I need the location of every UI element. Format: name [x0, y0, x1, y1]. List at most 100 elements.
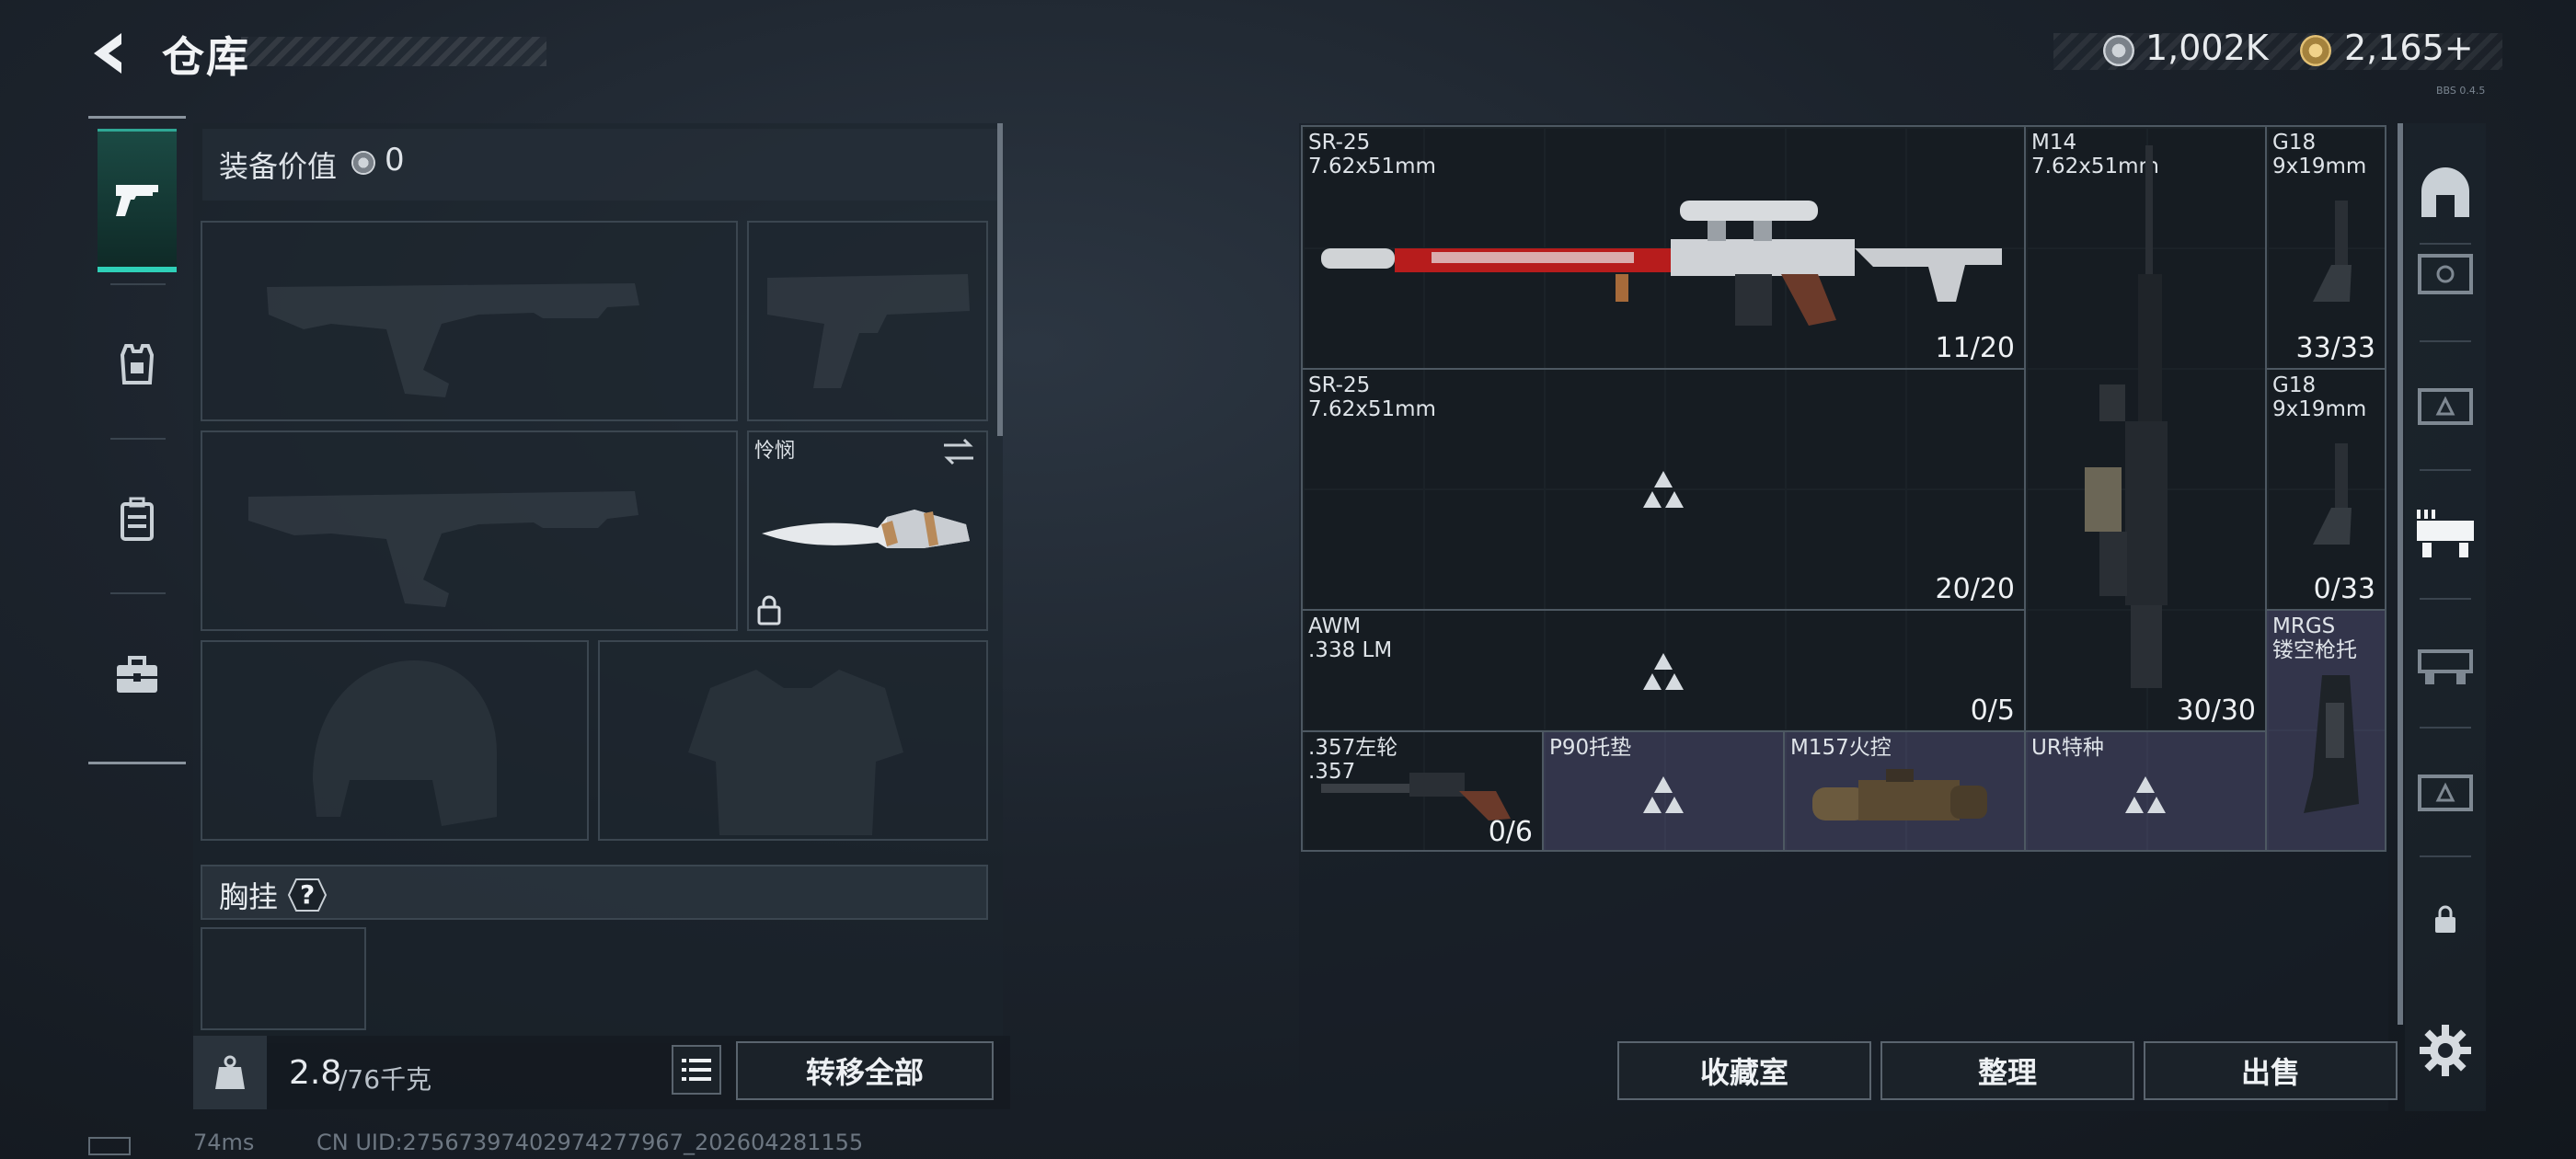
rarity-triangle-icon — [1643, 776, 1684, 813]
storage-item-awm[interactable]: AWM .338 LM 0/5 — [1301, 609, 2026, 732]
item-name: SR-25 — [1308, 131, 1371, 155]
g18-pistol-icon — [2313, 201, 2352, 302]
weight-max: /76千克 — [339, 1064, 432, 1095]
storage-tab-3-active[interactable] — [2410, 497, 2480, 570]
chest-rig-label: 胸挂 — [219, 879, 279, 914]
list-icon — [682, 1059, 711, 1081]
fire-control-scope-icon — [1812, 769, 1987, 820]
item-caliber: 9x19mm — [2272, 397, 2367, 421]
primary-weapon-slot-1[interactable] — [201, 221, 738, 421]
tab-separator — [2420, 598, 2471, 600]
storage-scrollbar[interactable] — [2398, 123, 2403, 1025]
weight-icon — [215, 1055, 245, 1089]
item-count: 11/20 — [1935, 332, 2015, 364]
storage-tier-icon — [2418, 775, 2473, 811]
item-name: MRGS — [2272, 614, 2336, 638]
revolver-icon — [1321, 773, 1511, 820]
item-count: 33/33 — [2295, 332, 2375, 364]
rifle-silhouette-icon — [248, 491, 638, 607]
nav-case[interactable] — [98, 603, 177, 747]
item-name: M14 — [2031, 131, 2077, 155]
armor-slot[interactable] — [598, 640, 988, 841]
item-count: 30/30 — [2176, 694, 2256, 727]
nav-divider-bottom — [88, 762, 186, 764]
item-caliber: 7.62x51mm — [1308, 397, 1436, 421]
melee-name: 怜悯 — [754, 440, 796, 463]
tab-separator — [2420, 340, 2471, 342]
collection-room-button[interactable]: 收藏室 — [1617, 1041, 1871, 1100]
ping-text: 74ms — [193, 1130, 255, 1155]
item-name: .357左轮 — [1308, 736, 1398, 760]
nav-separator — [110, 438, 166, 440]
sell-button[interactable]: 出售 — [2144, 1041, 2398, 1100]
title-stripe — [241, 37, 546, 66]
vest-silhouette-icon — [688, 670, 903, 835]
toolbox-icon — [117, 656, 157, 693]
nav-separator — [110, 592, 166, 594]
tab-separator — [2420, 855, 2471, 857]
helmet-slot[interactable] — [201, 640, 589, 841]
item-count: 20/20 — [1935, 573, 2015, 605]
gold-coin-icon[interactable] — [2300, 35, 2331, 66]
page-title: 仓库 — [162, 32, 250, 82]
storage-item-357-revolver[interactable]: .357左轮 .357 0/6 — [1301, 730, 1544, 852]
help-text: ? — [300, 879, 316, 910]
armor-vest-icon — [120, 344, 155, 384]
chest-rig-slot[interactable] — [201, 927, 366, 1030]
nav-armor[interactable] — [98, 293, 177, 436]
g18-pistol-icon — [2313, 443, 2352, 545]
storage-item-m157[interactable]: M157火控 — [1783, 730, 2026, 852]
weight-current: 2.8 — [289, 1054, 342, 1092]
item-caliber: 镂空枪托 — [2272, 638, 2357, 662]
loadout-scrollbar[interactable] — [997, 123, 1003, 436]
lock-icon — [2435, 905, 2455, 933]
storage-tier-icon — [2418, 388, 2473, 425]
help-button[interactable]: ? — [287, 878, 328, 912]
storage-item-p90-pad[interactable]: P90托垫 — [1542, 730, 1785, 852]
stock-icon — [2304, 675, 2359, 813]
storage-tier-icon — [2418, 254, 2473, 294]
storage-tab-3[interactable] — [2410, 368, 2480, 442]
sr25-rifle-icon — [1321, 201, 2002, 326]
rarity-triangle-icon — [1643, 653, 1684, 690]
storage-tab-locked — [2410, 883, 2480, 957]
primary-weapon-slot-2[interactable] — [201, 430, 738, 631]
swap-icon[interactable] — [940, 436, 977, 471]
safe-box-icon — [2421, 167, 2469, 217]
uid-text: CN UID:27567397402974277967_202604281155 — [316, 1130, 864, 1155]
storage-item-g18[interactable]: G18 9x19mm 0/33 — [2265, 368, 2386, 611]
back-arrow-icon[interactable] — [85, 28, 136, 79]
tab-separator — [2420, 727, 2471, 729]
item-count: 0/5 — [1970, 694, 2015, 727]
item-name: AWM — [1308, 614, 1362, 638]
storage-tab-3b[interactable] — [2410, 625, 2480, 699]
storage-item-g18[interactable]: G18 9x19mm 33/33 — [2265, 125, 2386, 370]
storage-item-sr25[interactable]: SR-25 7.62x51mm 20/20 — [1301, 368, 2026, 611]
storage-item-mrgs[interactable]: MRGS 镂空枪托 — [2265, 609, 2386, 852]
storage-tab-3c[interactable] — [2410, 754, 2480, 828]
storage-tab-safe[interactable] — [2410, 156, 2480, 230]
list-view-button[interactable] — [672, 1045, 721, 1095]
silver-coin-icon — [2103, 35, 2134, 66]
item-name: M157火控 — [1790, 736, 1892, 760]
storage-item-m14[interactable]: M14 7.62x51mm 30/30 — [2024, 125, 2267, 732]
storage-item-ur[interactable]: UR特种 — [2024, 730, 2267, 852]
nav-backpack[interactable] — [98, 447, 177, 591]
storage-tier-icon — [2418, 649, 2473, 684]
pistol-slot[interactable] — [747, 221, 988, 421]
nav-weapons[interactable] — [98, 129, 177, 272]
nav-divider-top — [88, 116, 186, 119]
transfer-all-button[interactable]: 转移全部 — [736, 1041, 994, 1100]
silver-amount: 1,002K — [2145, 28, 2269, 68]
sort-button[interactable]: 整理 — [1880, 1041, 2134, 1100]
storage-item-sr25[interactable]: SR-25 7.62x51mm 11/20 — [1301, 125, 2026, 370]
lock-icon — [756, 594, 782, 629]
item-count: 0/6 — [1488, 816, 1533, 848]
storage-tab-4[interactable] — [2410, 237, 2480, 311]
tab-separator — [2420, 469, 2471, 471]
gear-icon[interactable] — [2418, 1023, 2473, 1082]
item-caliber: 9x19mm — [2272, 155, 2367, 178]
silver-coin-icon — [351, 151, 375, 175]
item-name: UR特种 — [2031, 736, 2104, 760]
gold-amount[interactable]: 2,165+ — [2344, 28, 2474, 68]
